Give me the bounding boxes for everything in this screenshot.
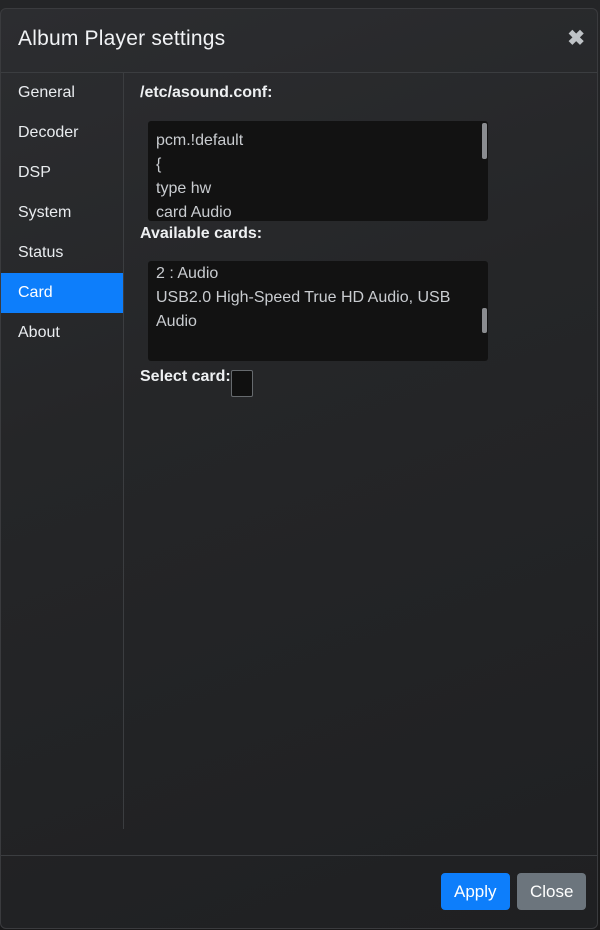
select-card-dropdown[interactable] [231,370,253,397]
asound-conf-textarea[interactable]: pcm.!default { type hw card Audio [148,121,488,221]
settings-sidebar: General Decoder DSP System Status Card A… [1,73,124,829]
dialog-header: Album Player settings ✖ [1,9,597,73]
available-cards-scrollbar[interactable] [482,308,487,333]
available-card-line: 2 : Audio [156,265,219,282]
close-icon[interactable]: ✖ [567,27,585,51]
asound-line: type hw [156,180,212,197]
asound-line: pcm.!default [156,132,244,149]
settings-dialog: Album Player settings ✖ General Decoder … [0,8,598,929]
close-button[interactable]: Close [517,873,587,910]
dialog-title: Album Player settings [18,27,226,50]
sidebar-item-dsp[interactable]: DSP [1,153,123,193]
select-card-label: Select card: [140,368,231,385]
sidebar-item-about[interactable]: About [1,313,123,353]
available-cards-label: Available cards: [140,225,263,242]
sidebar-item-system[interactable]: System [1,193,123,233]
dialog-footer: Apply Close [1,855,597,928]
apply-button[interactable]: Apply [441,873,510,910]
available-card-line: USB2.0 High-Speed True HD Audio, USB Aud… [156,289,451,330]
available-cards-textarea[interactable]: 2 : Audio USB2.0 High-Speed True HD Audi… [148,261,488,361]
asound-line: card Audio [156,204,232,221]
sidebar-item-general[interactable]: General [1,73,123,113]
asound-conf-label: /etc/asound.conf: [140,84,273,101]
sidebar-item-card[interactable]: Card [1,273,123,313]
asound-scrollbar[interactable] [482,123,487,159]
sidebar-item-status[interactable]: Status [1,233,123,273]
sidebar-item-decoder[interactable]: Decoder [1,113,123,153]
asound-line: { [156,156,162,173]
